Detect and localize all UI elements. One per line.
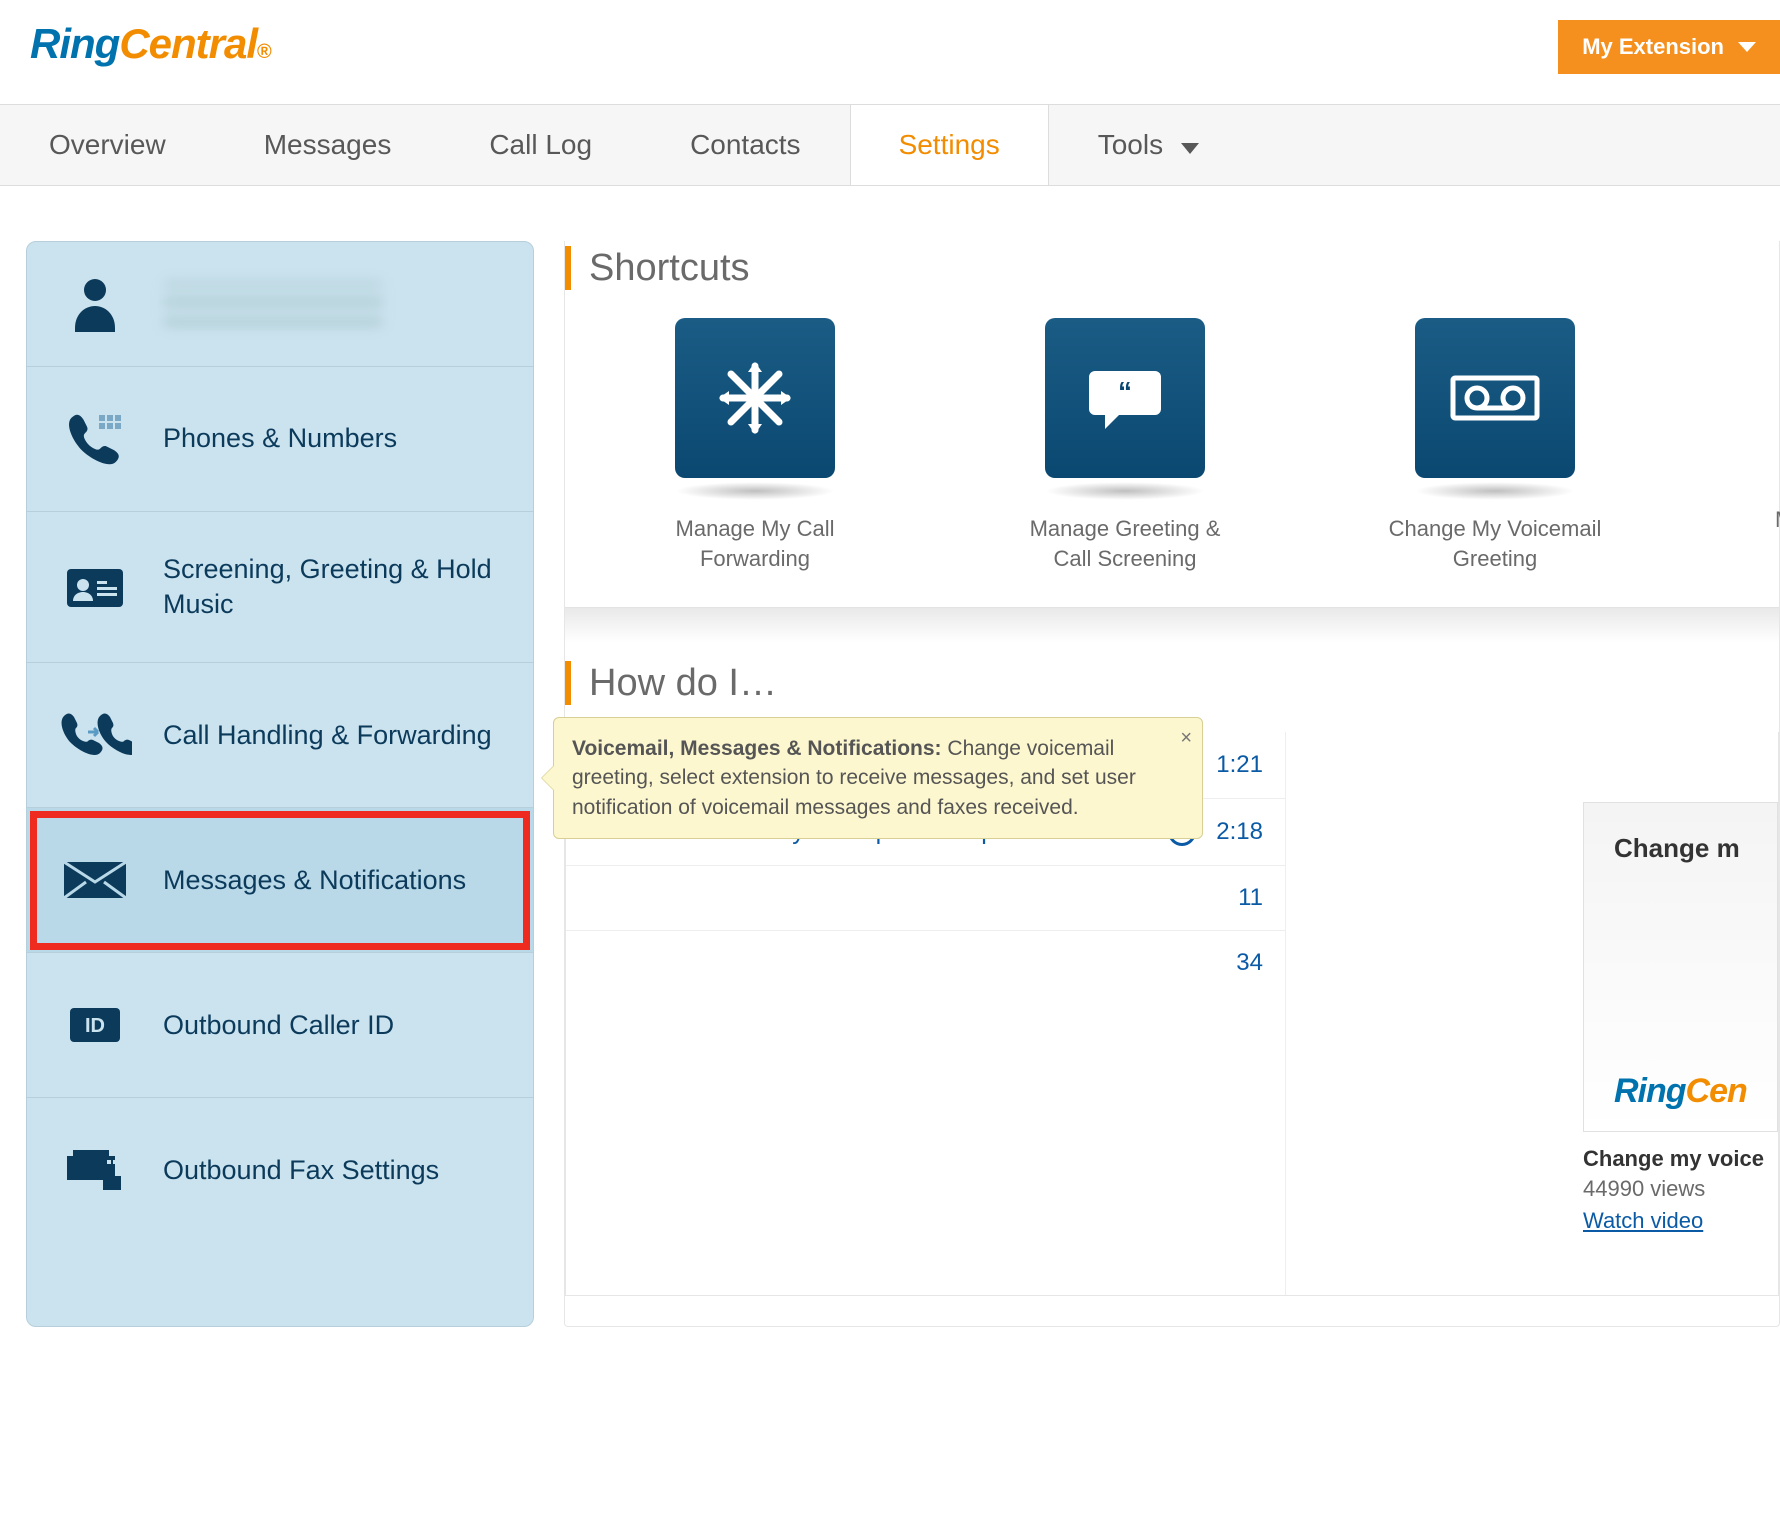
howdo-partial-time: 34 <box>566 931 1285 995</box>
sidebar-item-label: Phones & Numbers <box>163 421 397 456</box>
video-meta-title: Change my voice <box>1583 1146 1778 1172</box>
shortcut-label: Manage Greeting & Call Screening <box>1010 514 1240 573</box>
nav-label: Overview <box>49 129 166 160</box>
tooltip: × Voicemail, Messages & Notifications: C… <box>553 717 1203 839</box>
nav-label: Call Log <box>489 129 592 160</box>
logo-central: Cen <box>1686 1072 1747 1111</box>
sidebar-item-label: Outbound Caller ID <box>163 1008 394 1043</box>
logo-reg-mark: ® <box>257 41 271 64</box>
my-extension-button[interactable]: My Extension <box>1558 20 1780 74</box>
sidebar-item-phones[interactable]: Phones & Numbers <box>27 367 533 512</box>
nav-label: Messages <box>264 129 392 160</box>
section-divider <box>565 607 1779 643</box>
shortcuts-row: Manage My Call Forwarding “ Manage Greet… <box>565 318 1779 573</box>
tooltip-arrow-icon <box>542 766 554 790</box>
sidebar: Phones & Numbers Screening, Greeting & H… <box>26 241 534 1327</box>
logo[interactable]: RingCentral® <box>30 20 271 68</box>
shortcut-manage-forwarding[interactable]: Manage My Call Forwarding <box>665 318 845 573</box>
sidebar-item-outbound-fax[interactable]: Outbound Fax Settings <box>27 1098 533 1242</box>
tile-shadow <box>1045 482 1205 500</box>
nav-label: Contacts <box>690 129 801 160</box>
logo-ring: Ring <box>30 20 119 68</box>
chevron-down-icon <box>1738 42 1756 52</box>
video-logo: RingCen <box>1614 1072 1777 1111</box>
sidebar-item-label: Outbound Fax Settings <box>163 1153 439 1188</box>
phone-icon <box>55 407 135 471</box>
envelope-icon <box>55 848 135 912</box>
logo-ring: Ring <box>1614 1072 1686 1111</box>
header: RingCentral® My Extension <box>0 0 1780 104</box>
nav-label: Settings <box>899 129 1000 160</box>
logo-central: Central <box>119 20 257 68</box>
video-thumb[interactable]: Change m RingCen <box>1583 802 1778 1132</box>
close-icon[interactable]: × <box>1180 724 1192 752</box>
tooltip-title: Voicemail, Messages & Notifications: <box>572 737 942 760</box>
id-icon: ID <box>55 993 135 1057</box>
person-icon <box>55 272 135 336</box>
video-panel: Change m RingCen Change my voice 44990 v… <box>1583 802 1778 1234</box>
shortcut-label: Change My Voicemail Greeting <box>1380 514 1610 573</box>
sidebar-item-profile[interactable] <box>27 242 533 367</box>
my-extension-label: My Extension <box>1582 34 1724 60</box>
nav-contacts[interactable]: Contacts <box>641 105 850 185</box>
svg-text:“: “ <box>1118 376 1132 407</box>
shortcuts-title: Shortcuts <box>589 247 750 290</box>
sidebar-item-label: Screening, Greeting & Hold Music <box>163 552 505 622</box>
nav-messages[interactable]: Messages <box>215 105 441 185</box>
accent-bar <box>565 246 571 290</box>
howdo-partial-time: 11 <box>566 866 1285 931</box>
shortcut-partial-label: M <box>1775 507 1780 533</box>
shortcut-manage-greeting[interactable]: “ Manage Greeting & Call Screening <box>1035 318 1215 573</box>
shortcut-change-voicemail[interactable]: Change My Voicemail Greeting <box>1405 318 1585 573</box>
svg-text:ID: ID <box>85 1015 105 1037</box>
video-meta: Change my voice 44990 views Watch video <box>1583 1146 1778 1234</box>
nav-call-log[interactable]: Call Log <box>440 105 641 185</box>
profile-name-blurred <box>163 281 383 327</box>
sidebar-item-outbound-caller-id[interactable]: ID Outbound Caller ID <box>27 953 533 1098</box>
nav-label: Tools <box>1098 129 1163 160</box>
snowflake-icon <box>675 318 835 478</box>
nav-settings[interactable]: Settings <box>850 105 1049 185</box>
tile-shadow <box>675 482 835 500</box>
speech-icon: “ <box>1045 318 1205 478</box>
sidebar-item-label: Call Handling & Forwarding <box>163 718 492 753</box>
id-card-icon <box>55 555 135 619</box>
howdo-title: How do I… <box>589 662 777 705</box>
tile-shadow <box>1415 482 1575 500</box>
fax-icon <box>55 1138 135 1202</box>
video-title: Change m <box>1614 833 1777 864</box>
sidebar-item-screening[interactable]: Screening, Greeting & Hold Music <box>27 512 533 663</box>
howdo-item-time: 2:18 <box>1216 818 1263 846</box>
accent-bar <box>565 661 571 705</box>
howdo-item-time: 1:21 <box>1216 751 1263 779</box>
video-views: 44990 views <box>1583 1176 1778 1202</box>
chevron-down-icon <box>1181 143 1199 154</box>
top-nav: Overview Messages Call Log Contacts Sett… <box>0 104 1780 186</box>
nav-tools[interactable]: Tools <box>1049 105 1248 185</box>
sidebar-item-call-handling[interactable]: Call Handling & Forwarding <box>27 663 533 808</box>
call-forward-icon <box>55 703 135 767</box>
sidebar-item-label: Messages & Notifications <box>163 863 466 898</box>
shortcut-label: Manage My Call Forwarding <box>640 514 870 573</box>
shortcuts-heading: Shortcuts <box>565 241 1779 318</box>
nav-overview[interactable]: Overview <box>0 105 215 185</box>
watch-video-link[interactable]: Watch video <box>1583 1208 1778 1234</box>
sidebar-item-messages[interactable]: Messages & Notifications <box>27 808 533 953</box>
tape-icon <box>1415 318 1575 478</box>
